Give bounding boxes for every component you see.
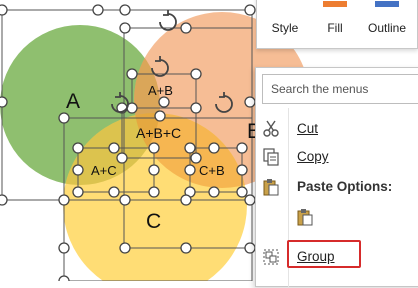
menu-item-copy-label: Copy bbox=[297, 149, 329, 164]
menu-item-copy[interactable]: Copy bbox=[256, 144, 418, 170]
fill-label: Fill bbox=[327, 21, 343, 35]
outline-color-swatch bbox=[375, 1, 399, 7]
paste-keep-formatting-icon bbox=[297, 209, 313, 226]
mini-toolbar: Style Fill Outline bbox=[256, 0, 418, 49]
group-icon bbox=[263, 249, 279, 265]
copy-icon bbox=[263, 148, 279, 166]
menu-item-cut-label: Cut bbox=[297, 121, 319, 136]
menu-item-cut[interactable]: Cut bbox=[256, 116, 418, 142]
label-abc: A+B+C bbox=[136, 125, 181, 141]
label-ab: A+B bbox=[148, 83, 173, 98]
paste-icon bbox=[263, 179, 279, 196]
style-label: Style bbox=[271, 21, 299, 35]
paste-options-label: Paste Options: bbox=[297, 179, 393, 194]
fill-color-swatch bbox=[323, 1, 347, 7]
style-button[interactable]: Style bbox=[263, 0, 307, 48]
search-menus-input[interactable]: Search the menus bbox=[262, 74, 418, 104]
fill-button[interactable]: Fill bbox=[315, 0, 355, 48]
label-cb: C+B bbox=[199, 163, 225, 178]
scissors-icon bbox=[263, 120, 279, 137]
paste-option-keep-source[interactable] bbox=[256, 204, 418, 230]
outline-label: Outline bbox=[367, 21, 407, 35]
label-a: A bbox=[66, 90, 80, 113]
label-c: C bbox=[146, 210, 161, 233]
outline-button[interactable]: Outline bbox=[359, 0, 415, 48]
menu-item-paste-options: Paste Options: bbox=[256, 174, 418, 200]
group-highlight-box bbox=[287, 240, 361, 268]
label-ac: A+C bbox=[91, 163, 117, 178]
